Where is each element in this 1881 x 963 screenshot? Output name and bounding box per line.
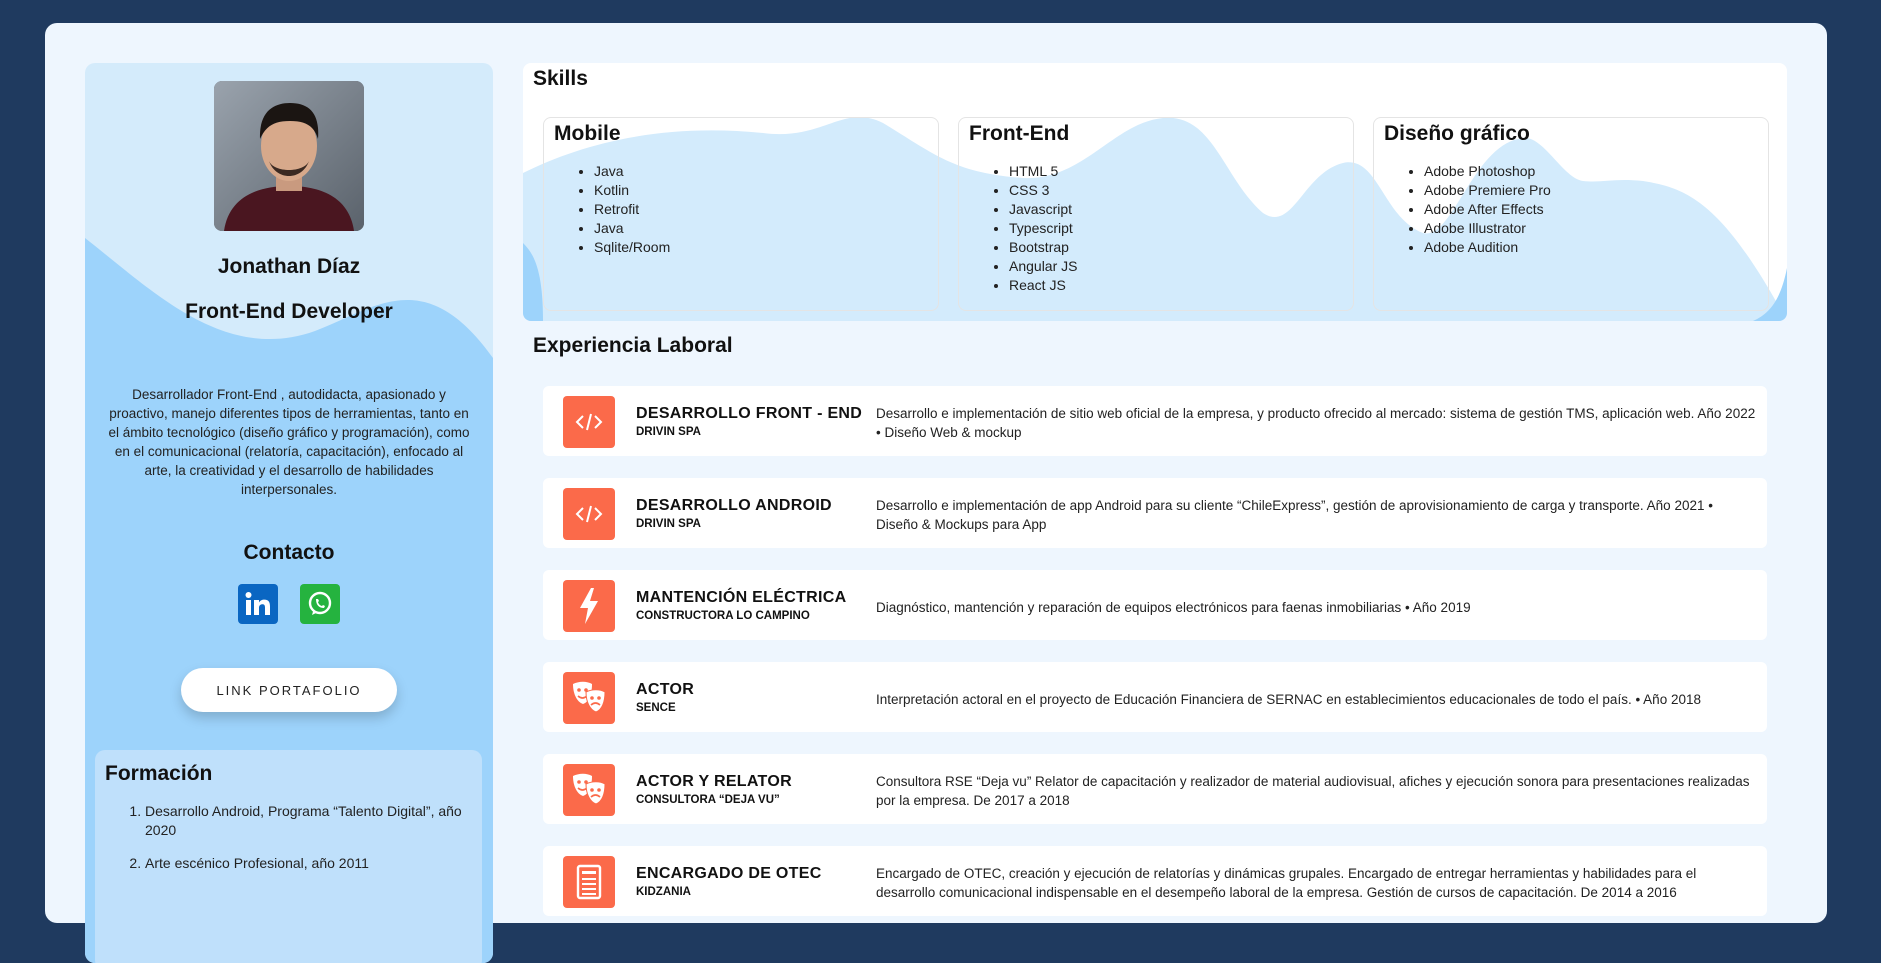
code-icon (563, 396, 615, 448)
formacion-item: Arte escénico Profesional, año 2011 (145, 854, 472, 873)
skill-group-title: Diseño gráfico (1384, 122, 1530, 145)
skill-group-title: Mobile (554, 122, 621, 145)
skill-item: HTML 5 (1009, 162, 1343, 181)
skill-item: Adobe After Effects (1424, 200, 1758, 219)
experience-item: ENCARGADO DE OTEC KIDZANIA Encargado de … (543, 846, 1767, 916)
experience-role: DESARROLLO ANDROID (636, 497, 832, 514)
skill-list: HTML 5 CSS 3 Javascript Typescript Boots… (969, 162, 1343, 295)
document-icon (563, 856, 615, 908)
experience-item: ACTOR SENCE Interpretación actoral en el… (543, 662, 1767, 732)
formacion-section: Formación Desarrollo Android, Programa “… (95, 750, 482, 963)
experience-item: DESARROLLO FRONT - END DRIVIN SPA Desarr… (543, 386, 1767, 456)
experience-company: DRIVIN SPA (636, 518, 701, 530)
theater-masks-icon (563, 764, 615, 816)
experience-item: MANTENCIÓN ELÉCTRICA CONSTRUCTORA LO CAM… (543, 570, 1767, 640)
skill-item: CSS 3 (1009, 181, 1343, 200)
skill-list: Adobe Photoshop Adobe Premiere Pro Adobe… (1384, 162, 1758, 257)
profile-bio: Desarrollador Front-End , autodidacta, a… (108, 387, 470, 497)
skill-item: Adobe Photoshop (1424, 162, 1758, 181)
profile-role: Front-End Developer (185, 300, 393, 323)
skill-list: Java Kotlin Retrofit Java Sqlite/Room (554, 162, 928, 257)
experience-company: KIDZANIA (636, 886, 691, 898)
linkedin-icon[interactable] (238, 584, 278, 624)
lightning-icon (563, 580, 615, 632)
experience-role: ENCARGADO DE OTEC (636, 865, 822, 882)
skill-item: Kotlin (594, 181, 928, 200)
skill-item: Java (594, 219, 928, 238)
profile-sidebar: Jonathan Díaz Front-End Developer Desarr… (85, 63, 493, 963)
experience-description: Diagnóstico, mantención y reparación de … (876, 600, 1471, 615)
experience-description: Interpretación actoral en el proyecto de… (876, 692, 1701, 707)
experience-role: ACTOR Y RELATOR (636, 773, 792, 790)
code-icon (563, 488, 615, 540)
skill-item: Bootstrap (1009, 238, 1343, 257)
skill-item: React JS (1009, 276, 1343, 295)
whatsapp-icon[interactable] (300, 584, 340, 624)
experience-role: DESARROLLO FRONT - END (636, 405, 863, 422)
experience-title: Experiencia Laboral (533, 334, 733, 357)
skill-item: Sqlite/Room (594, 238, 928, 257)
experience-company: CONSTRUCTORA LO CAMPINO (636, 610, 810, 622)
skill-item: Retrofit (594, 200, 928, 219)
experience-description: Desarrollo e implementación de app Andro… (876, 498, 1713, 532)
skill-item: Typescript (1009, 219, 1343, 238)
experience-item: DESARROLLO ANDROID DRIVIN SPA Desarrollo… (543, 478, 1767, 548)
skill-group-mobile: Mobile Java Kotlin Retrofit Java Sqlite/… (543, 117, 939, 311)
experience-company: DRIVIN SPA (636, 426, 701, 438)
formacion-list: Desarrollo Android, Programa “Talento Di… (105, 802, 472, 873)
skills-section: Skills Mobile Java Kotlin Retrofit Java … (523, 63, 1787, 321)
skills-title: Skills (533, 67, 588, 90)
portfolio-link-button[interactable]: LINK PORTAFOLIO (181, 668, 397, 712)
skill-item: Angular JS (1009, 257, 1343, 276)
skill-group-frontend: Front-End HTML 5 CSS 3 Javascript Typesc… (958, 117, 1354, 311)
experience-company: SENCE (636, 702, 676, 714)
experience-description: Consultora RSE “Deja vu” Relator de capa… (876, 774, 1750, 808)
avatar (214, 81, 364, 231)
formacion-item: Desarrollo Android, Programa “Talento Di… (145, 802, 472, 840)
profile-name: Jonathan Díaz (217, 255, 361, 278)
experience-company: CONSULTORA “DEJA VU” (636, 794, 780, 806)
skill-item: Adobe Illustrator (1424, 219, 1758, 238)
skill-item: Javascript (1009, 200, 1343, 219)
formacion-title: Formación (105, 762, 213, 785)
skill-item: Adobe Audition (1424, 238, 1758, 257)
skill-item: Java (594, 162, 928, 181)
experience-role: ACTOR (636, 681, 695, 698)
skill-group-design: Diseño gráfico Adobe Photoshop Adobe Pre… (1373, 117, 1769, 311)
experience-role: MANTENCIÓN ELÉCTRICA (636, 589, 847, 606)
experience-description: Encargado de OTEC, creación y ejecución … (876, 866, 1697, 900)
experience-description: Desarrollo e implementación de sitio web… (876, 406, 1756, 440)
experience-item: ACTOR Y RELATOR CONSULTORA “DEJA VU” Con… (543, 754, 1767, 824)
skill-item: Adobe Premiere Pro (1424, 181, 1758, 200)
theater-masks-icon (563, 672, 615, 724)
contact-title: Contacto (243, 541, 335, 564)
skill-group-title: Front-End (969, 122, 1070, 145)
